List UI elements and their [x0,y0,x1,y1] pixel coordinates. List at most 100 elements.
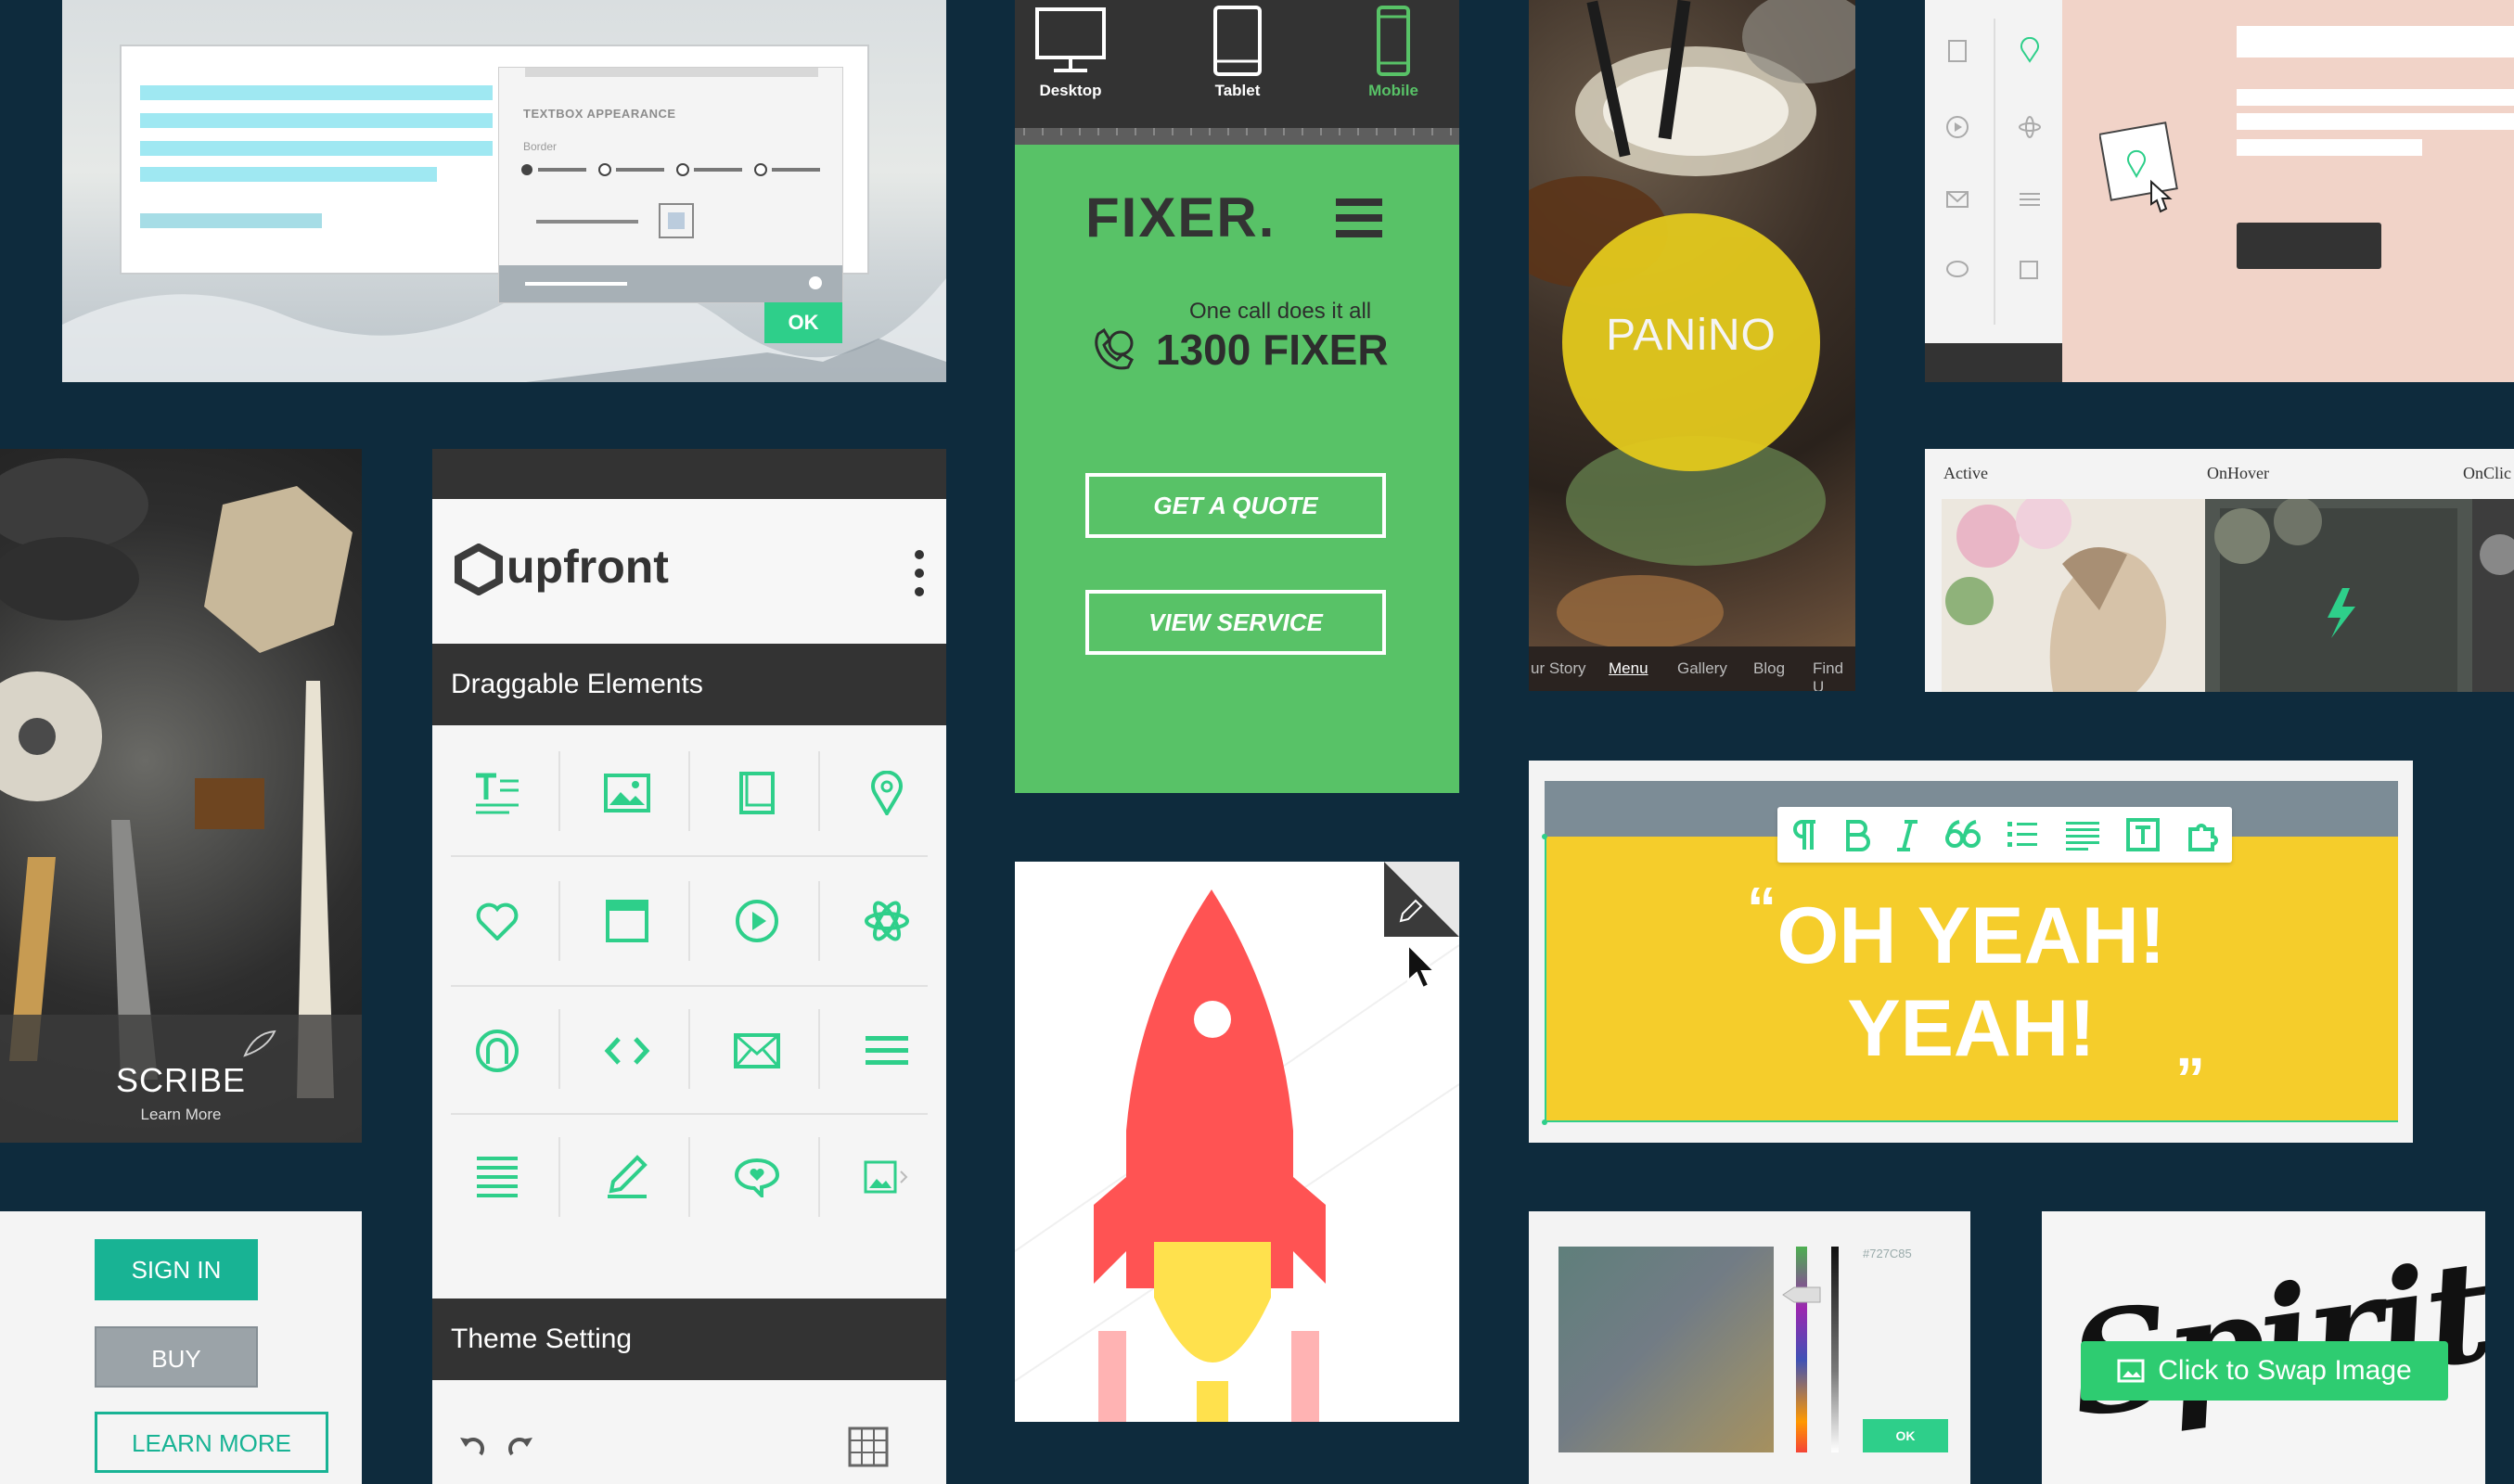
swap-image-button[interactable]: Click to Swap Image [2081,1341,2448,1401]
quote-line-1: OH YEAH! [1776,891,2166,980]
paragraph-icon[interactable] [1789,818,1817,851]
hamburger-menu-icon[interactable] [1336,197,1382,239]
form-submit-button[interactable] [2237,223,2381,269]
edit-image-corner-icon[interactable] [1384,862,1459,937]
list-icon[interactable] [2006,818,2039,851]
buttons-demo-tile: SIGN IN BUY LEARN MORE [0,1211,362,1484]
view-service-button[interactable]: VIEW SERVICE [1085,590,1386,655]
hue-slider[interactable] [1796,1247,1807,1452]
learn-more-button[interactable]: LEARN MORE [95,1412,328,1473]
element-menu[interactable] [822,987,946,1115]
kebab-menu-icon[interactable] [913,549,926,597]
nav-item-gallery[interactable]: Gallery [1677,659,1727,678]
code-icon [604,1037,650,1065]
align-icon[interactable] [2064,818,2101,851]
scribe-learn-more[interactable]: Learn More [0,1106,362,1124]
element-code[interactable] [562,987,692,1115]
undo-icon[interactable] [458,1430,486,1460]
image-icon [2117,1359,2145,1383]
text-icon[interactable] [2125,818,2160,851]
element-frame[interactable] [562,857,692,985]
scribe-banner[interactable]: SCRIBE Learn More [0,1015,362,1143]
fixer-tagline: One call does it all [1189,299,1372,324]
panino-logo-circle[interactable]: PANiNO [1562,213,1820,471]
element-book[interactable] [692,729,822,857]
element-social[interactable] [432,987,562,1115]
portrait-onclick[interactable] [2472,499,2514,692]
element-image[interactable] [562,729,692,857]
scribe-title: SCRIBE [115,1061,247,1099]
comment-icon[interactable] [1945,258,1969,282]
element-slider[interactable] [822,1113,946,1241]
nav-item-find-us[interactable]: Find U [1813,659,1855,691]
portrait-active[interactable] [1942,499,2211,692]
theme-setting-header: Theme Setting [432,1298,946,1380]
slider-image-icon[interactable] [2018,258,2042,282]
textbox-appearance-dialog: TEXTBOX APPEARANCE Border OK [498,67,843,343]
fixer-mobile-tile: Desktop Tablet Mobile FIXER. One call do… [1015,0,1459,793]
feather-icon [243,1030,276,1057]
mail-icon[interactable] [1945,187,1969,211]
get-a-quote-button[interactable]: GET A QUOTE [1085,473,1386,538]
menu-icon [866,1036,908,1065]
hue-slider-handle[interactable] [1781,1286,1822,1304]
puzzle-icon[interactable] [2185,818,2220,851]
hover-states-tile: Active OnHover OnClic [1925,449,2514,692]
swap-image-label: Click to Swap Image [2158,1355,2412,1386]
cursor-icon [1407,943,1436,990]
device-switcher: Desktop Tablet Mobile [1015,0,1459,128]
portrait-onhover[interactable] [2205,499,2474,692]
swap-image-tile: Spirit Click to Swap Image [2042,1211,2485,1484]
border-label: Border [523,140,558,153]
scribe-tile: SCRIBE Learn More [0,449,362,1143]
ok-button[interactable]: OK [764,302,842,343]
color-ok-button[interactable]: OK [1863,1419,1948,1452]
quote-block[interactable]: “ OH YEAH! YEAH! „ [1542,834,2398,1125]
book-icon [739,772,775,814]
spirit-script-text: Spirit [2059,1229,2485,1450]
image-icon [604,774,650,812]
fixer-logo: FIXER. [1085,186,1276,249]
quote-editor-tile: “ OH YEAH! YEAH! „ [1529,761,2413,1143]
hex-value[interactable]: #727C85 [1863,1247,1912,1260]
menu-icon[interactable] [2018,187,2042,211]
color-swatch-icon[interactable] [659,203,694,238]
map-pin-icon[interactable] [2018,37,2042,63]
italic-icon[interactable] [1895,818,1919,851]
element-comments[interactable] [692,1113,822,1241]
shade-slider[interactable] [1831,1247,1839,1452]
upfront-logo-icon [455,544,503,595]
border-style-options[interactable] [518,160,833,179]
slider-image-icon [864,1160,908,1194]
redo-icon[interactable] [507,1430,534,1460]
bold-icon[interactable] [1842,818,1871,851]
element-widget[interactable] [822,857,946,985]
sign-in-button[interactable]: SIGN IN [95,1239,258,1300]
nav-item-blog[interactable]: Blog [1753,659,1785,678]
play-icon [736,900,778,942]
upfront-header: upfront [432,499,946,644]
state-onclick-label: OnClic [2463,464,2511,482]
atom-icon[interactable] [2018,115,2042,139]
rocket-image-tile [1015,862,1459,1422]
buy-button[interactable]: BUY [95,1326,258,1388]
element-edit[interactable] [562,1113,692,1241]
quote-icon[interactable] [1944,818,1982,851]
nav-item-our-story[interactable]: ur Story [1531,659,1586,678]
element-text[interactable] [432,729,562,857]
element-video[interactable] [692,857,822,985]
element-contact[interactable] [692,987,822,1115]
device-label: Tablet [1214,82,1261,99]
nav-item-menu[interactable]: Menu [1609,659,1648,678]
element-like[interactable] [432,857,562,985]
element-map[interactable] [822,729,946,857]
dragging-map-icon[interactable] [2099,121,2192,223]
play-icon[interactable] [1945,115,1969,139]
state-onhover-label: OnHover [2207,464,2269,482]
element-text-block[interactable] [432,1113,562,1241]
grid-icon[interactable] [848,1426,889,1467]
text-block-icon [477,1157,518,1197]
book-icon[interactable] [1945,39,1969,63]
rocket-illustration [1015,889,1459,1422]
color-gradient-area[interactable] [1558,1247,1774,1452]
